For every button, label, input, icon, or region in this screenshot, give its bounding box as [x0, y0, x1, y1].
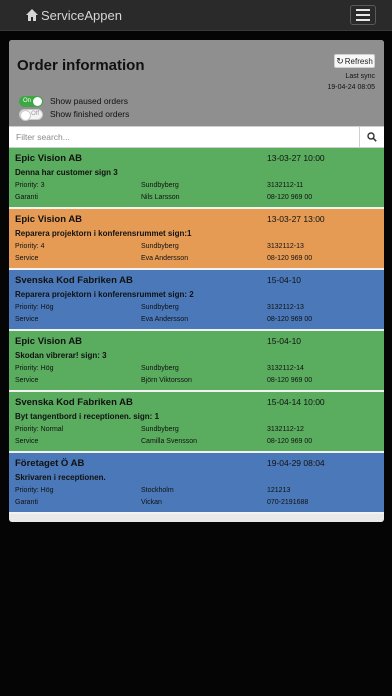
last-sync-label: Last sync: [345, 73, 375, 80]
order-technician: Vickan: [141, 499, 162, 506]
order-location: Stockholm: [141, 487, 174, 494]
order-customer: Epic Vision AB: [15, 153, 83, 164]
search-bar: [9, 126, 384, 148]
switch-knob: [20, 109, 31, 121]
order-item[interactable]: Svenska Kod Fabriken AB 15-04-10 Reparer…: [9, 270, 384, 331]
order-type: Service: [15, 377, 39, 384]
order-technician: Eva Andersson: [141, 255, 189, 262]
last-sync-value: 19-04-24 08:05: [327, 84, 375, 91]
order-priority: Priority: 4: [15, 243, 45, 250]
order-number: 3132112-14: [267, 365, 304, 372]
order-description: Reparera projektorn i konferensrummet si…: [15, 229, 192, 238]
order-description: Skodan vibrerar! sign: 3: [15, 351, 107, 360]
finished-orders-label: Show finished orders: [50, 109, 130, 119]
refresh-button[interactable]: ↻ Refresh: [334, 54, 375, 68]
paused-orders-toggle-row: On Show paused orders: [19, 95, 128, 107]
order-priority: Priority: Hög: [15, 365, 54, 372]
order-location: Sundbyberg: [141, 304, 179, 311]
order-type: Service: [15, 438, 39, 445]
order-technician: Björn Viktorsson: [141, 377, 192, 384]
order-customer: Svenska Kod Fabriken AB: [15, 275, 133, 286]
order-phone: 08-120 969 00: [267, 377, 313, 384]
brand-link[interactable]: ServiceAppen: [25, 7, 122, 23]
order-priority: Priority: Hög: [15, 487, 54, 494]
order-item[interactable]: Svenska Kod Fabriken AB 15-04-14 10:00 B…: [9, 392, 384, 453]
order-date: 15-04-14 10:00: [267, 397, 325, 407]
order-number: 3132112-13: [267, 243, 304, 250]
order-date: 19-04-29 08:04: [267, 458, 325, 468]
order-type: Service: [15, 316, 39, 323]
brand-name: ServiceAppen: [41, 7, 122, 23]
order-location: Sundbyberg: [141, 243, 179, 250]
search-button[interactable]: [359, 127, 384, 147]
paused-orders-switch[interactable]: On: [19, 95, 43, 107]
order-item[interactable]: Företaget Ö AB 19-04-29 08:04 Skrivaren …: [9, 453, 384, 514]
order-description: Denna har customer sign 3: [15, 168, 118, 177]
order-phone: 08-120 969 00: [267, 438, 313, 445]
page-title: Order information: [17, 57, 145, 74]
order-priority: Priority: 3: [15, 182, 45, 189]
switch-knob: [33, 96, 42, 106]
order-number: 3132112-11: [267, 182, 304, 189]
finished-orders-toggle-row: Off Show finished orders: [19, 108, 130, 121]
order-type: Garanti: [15, 194, 38, 201]
order-item[interactable]: Epic Vision AB 15-04-10 Skodan vibrerar!…: [9, 331, 384, 392]
order-priority: Priority: Hög: [15, 304, 54, 311]
refresh-label: Refresh: [344, 56, 373, 66]
order-customer: Svenska Kod Fabriken AB: [15, 397, 133, 408]
order-priority: Priority: Normal: [15, 426, 64, 433]
order-phone: 08-120 969 00: [267, 316, 313, 323]
order-technician: Camilla Svensson: [141, 438, 198, 445]
order-customer: Epic Vision AB: [15, 214, 83, 225]
order-number: 3132112-13: [267, 304, 304, 311]
switch-state-label: Off: [31, 110, 39, 117]
order-panel: Order information ↻ Refresh Last sync 19…: [9, 40, 384, 522]
order-customer: Företaget Ö AB: [15, 458, 85, 469]
order-customer: Epic Vision AB: [15, 336, 83, 347]
top-navbar: ServiceAppen: [0, 0, 392, 31]
order-list: Epic Vision AB 13-03-27 10:00 Denna har …: [9, 148, 384, 514]
switch-state-label: On: [23, 97, 32, 104]
order-description: Reparera projektorn i konferensrummet si…: [15, 290, 194, 299]
refresh-icon: ↻: [336, 55, 344, 66]
order-location: Sundbyberg: [141, 426, 179, 433]
search-input[interactable]: [9, 127, 366, 147]
order-item[interactable]: Epic Vision AB 13-03-27 13:00 Reparera p…: [9, 209, 384, 270]
order-description: Byt tangentbord i receptionen. sign: 1: [15, 412, 160, 421]
order-location: Sundbyberg: [141, 365, 179, 372]
order-type: Garanti: [15, 499, 38, 506]
panel-header: Order information ↻ Refresh Last sync 19…: [9, 40, 384, 126]
order-location: Sundbyberg: [141, 182, 179, 189]
paused-orders-label: Show paused orders: [50, 96, 128, 106]
finished-orders-switch[interactable]: Off: [19, 108, 43, 121]
order-item[interactable]: Epic Vision AB 13-03-27 10:00 Denna har …: [9, 148, 384, 209]
menu-toggle-button[interactable]: [350, 5, 376, 25]
order-phone: 08-120 969 00: [267, 194, 313, 201]
order-date: 15-04-10: [267, 275, 302, 285]
order-date: 13-03-27 13:00: [267, 214, 325, 224]
home-icon: [26, 9, 38, 21]
order-phone: 08-120 969 00: [267, 255, 313, 262]
order-description: Skrivaren i receptionen.: [15, 473, 106, 482]
order-technician: Nils Larsson: [141, 194, 180, 201]
order-type: Service: [15, 255, 39, 262]
last-sync-info: Last sync 19-04-24 08:05: [328, 71, 375, 93]
order-number: 3132112-12: [267, 426, 304, 433]
order-date: 13-03-27 10:00: [267, 153, 325, 163]
order-technician: Eva Andersson: [141, 316, 189, 323]
search-icon: [367, 132, 377, 142]
order-phone: 070-2191688: [267, 499, 309, 506]
hamburger-icon: [356, 9, 370, 11]
order-number: 121213: [267, 487, 291, 494]
order-date: 15-04-10: [267, 336, 302, 346]
